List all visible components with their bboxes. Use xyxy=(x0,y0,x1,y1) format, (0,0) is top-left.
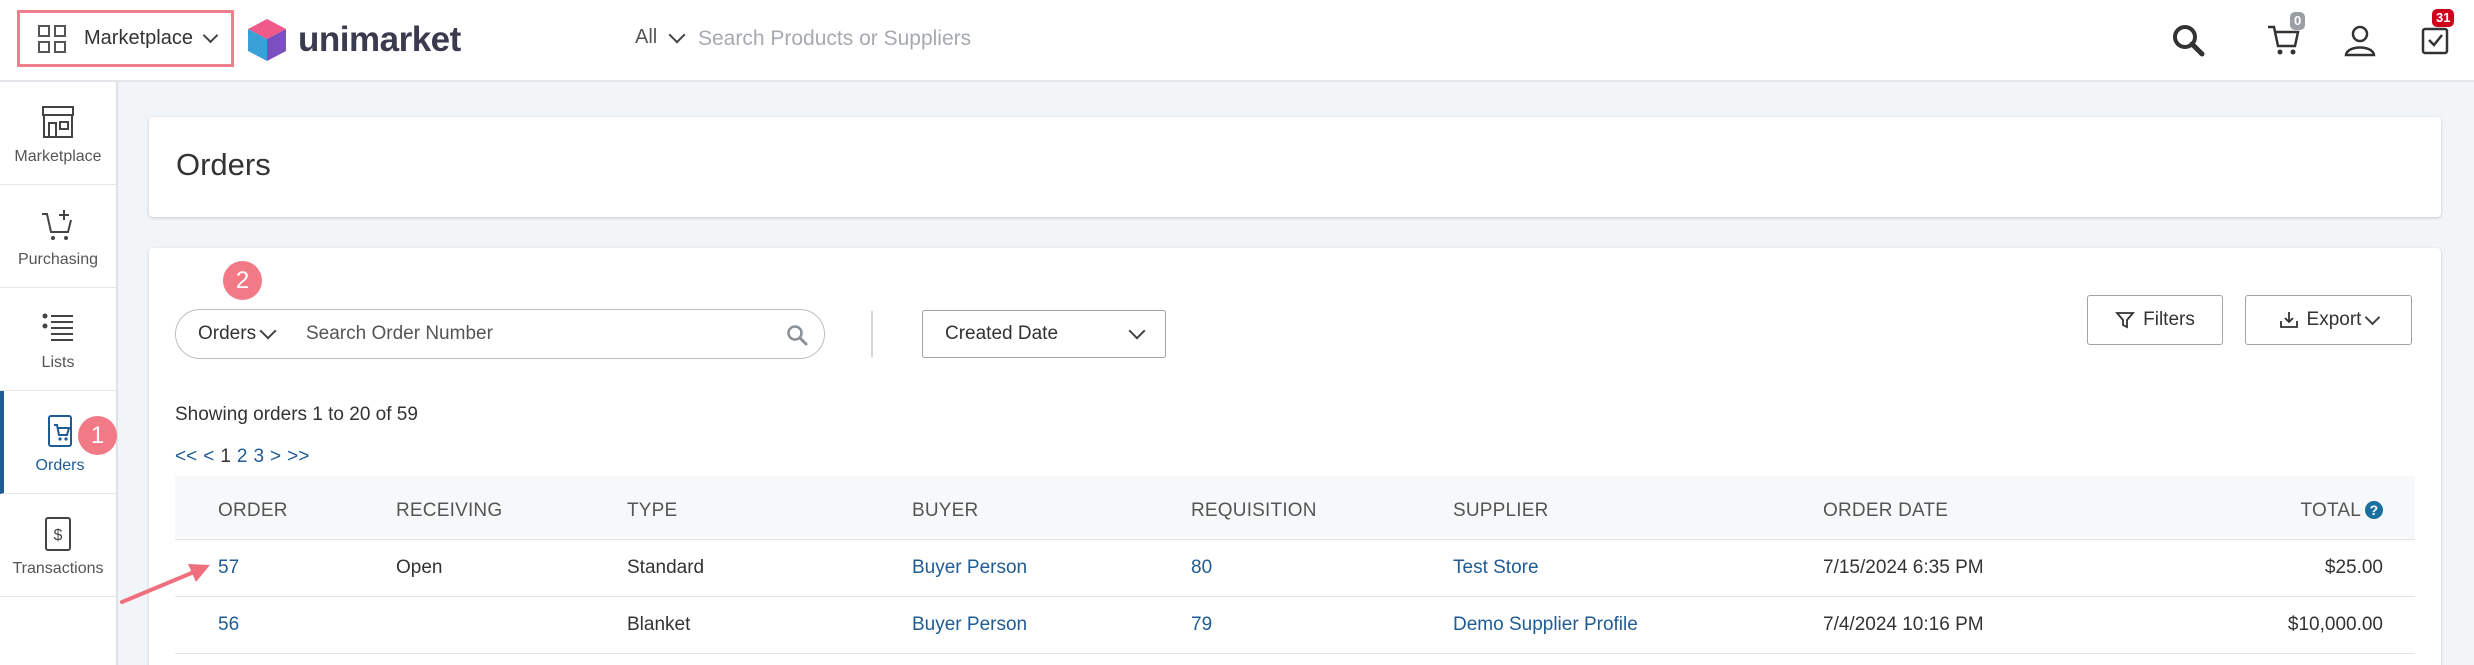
table-header: ORDER RECEIVING TYPE BUYER REQUISITION S… xyxy=(175,476,2415,540)
product-search-input[interactable] xyxy=(698,20,1298,58)
logo-text: unimarket xyxy=(298,20,461,59)
list-icon xyxy=(40,306,76,350)
order-date: 7/15/2024 6:35 PM xyxy=(1823,557,1984,578)
pager-prev[interactable]: < xyxy=(203,446,214,468)
column-header-total[interactable]: TOTAL? xyxy=(2301,500,2383,522)
requisition-link[interactable]: 80 xyxy=(1191,557,1212,579)
sidebar-item-orders[interactable]: Orders 1 xyxy=(0,391,117,494)
help-icon[interactable]: ? xyxy=(2365,501,2383,519)
table-row[interactable]: 56 Blanket Buyer Person 79 Demo Supplier… xyxy=(175,597,2415,654)
order-search-combo: Orders xyxy=(175,309,825,359)
date-type-select[interactable]: Created Date xyxy=(922,310,1166,358)
order-type: Standard xyxy=(627,557,705,578)
annotation-arrow-icon xyxy=(120,564,210,604)
search-type-label: Orders xyxy=(198,323,257,344)
search-type-select[interactable]: Orders xyxy=(176,322,296,345)
column-header-buyer[interactable]: BUYER xyxy=(912,500,978,522)
chevron-down-icon xyxy=(202,27,219,44)
chevron-down-icon xyxy=(668,26,686,43)
buyer-link[interactable]: Buyer Person xyxy=(912,614,1027,636)
column-header-type[interactable]: TYPE xyxy=(627,500,677,522)
sidebar-item-label: Orders xyxy=(35,457,85,474)
chevron-down-icon xyxy=(2365,309,2381,325)
svg-text:$: $ xyxy=(54,527,63,544)
logo-mark-icon xyxy=(248,19,286,61)
search-scope-select[interactable]: All xyxy=(635,26,686,49)
sidebar-item-label: Lists xyxy=(41,354,75,371)
export-label: Export xyxy=(2306,309,2362,330)
user-icon[interactable] xyxy=(2338,18,2382,62)
export-button[interactable]: Export xyxy=(2245,295,2412,345)
sidebar-item-transactions[interactable]: $ Transactions xyxy=(0,494,116,597)
order-date: 7/4/2024 10:16 PM xyxy=(1823,614,1984,635)
search-scope-label: All xyxy=(635,26,658,48)
sidebar: Marketplace Purchasing Lists Orders 1 $ … xyxy=(0,82,118,665)
column-header-total-label: TOTAL xyxy=(2300,500,2361,521)
buyer-link[interactable]: Buyer Person xyxy=(912,557,1027,579)
pager-last[interactable]: >> xyxy=(287,446,309,468)
chevron-down-icon xyxy=(1128,322,1146,340)
cart-icon[interactable]: 0 xyxy=(2262,12,2306,62)
search-icon[interactable] xyxy=(786,324,808,351)
date-type-label: Created Date xyxy=(945,323,1059,344)
funnel-icon xyxy=(2115,312,2136,329)
filter-divider xyxy=(871,311,873,357)
filters-button[interactable]: Filters xyxy=(2087,295,2223,345)
supplier-link[interactable]: Test Store xyxy=(1453,557,1539,579)
order-number-link[interactable]: 56 xyxy=(218,614,239,636)
receipt-dollar-icon: $ xyxy=(41,512,75,556)
column-header-requisition[interactable]: REQUISITION xyxy=(1191,500,1317,522)
marketplace-switcher-button[interactable]: Marketplace xyxy=(17,10,234,67)
chevron-down-icon xyxy=(259,322,277,340)
results-summary: Showing orders 1 to 20 of 59 xyxy=(175,404,418,425)
pager-next[interactable]: > xyxy=(270,446,281,468)
requisition-link[interactable]: 79 xyxy=(1191,614,1212,636)
marketplace-switcher-label: Marketplace xyxy=(84,27,193,49)
tasks-count-badge: 31 xyxy=(2432,9,2455,27)
page-title-card: Orders xyxy=(149,117,2441,217)
pager-page-3[interactable]: 3 xyxy=(253,446,264,468)
sidebar-item-label: Transactions xyxy=(12,560,104,577)
order-total: $10,000.00 xyxy=(2287,614,2383,635)
pager-first[interactable]: << xyxy=(175,446,197,468)
order-number-link[interactable]: 57 xyxy=(218,557,239,579)
cart-count-badge: 0 xyxy=(2290,12,2306,30)
column-header-order-date[interactable]: ORDER DATE xyxy=(1823,500,1948,522)
tasks-icon[interactable]: 31 xyxy=(2414,9,2458,62)
orders-card: 2 Orders Created Date Filters Export Sho… xyxy=(149,248,2441,665)
order-type: Blanket xyxy=(627,614,691,635)
pager-page-1[interactable]: 1 xyxy=(220,446,231,468)
sidebar-item-lists[interactable]: Lists xyxy=(0,288,116,391)
page-title: Orders xyxy=(176,147,271,182)
order-number-search-input[interactable] xyxy=(306,314,766,354)
step-1-annotation: 1 xyxy=(78,416,117,455)
grid-icon xyxy=(38,24,66,53)
filters-label: Filters xyxy=(2143,309,2195,330)
sidebar-item-purchasing[interactable]: Purchasing xyxy=(0,185,116,288)
pager-page-2[interactable]: 2 xyxy=(237,446,248,468)
order-total: $25.00 xyxy=(2324,557,2383,578)
sidebar-item-marketplace[interactable]: Marketplace xyxy=(0,82,116,185)
supplier-link[interactable]: Demo Supplier Profile xyxy=(1453,614,1638,636)
column-header-supplier[interactable]: SUPPLIER xyxy=(1453,500,1549,522)
order-cart-icon xyxy=(43,409,77,453)
pagination: << < 1 2 3 > >> xyxy=(175,446,309,468)
column-header-receiving[interactable]: RECEIVING xyxy=(396,500,502,522)
sidebar-item-label: Purchasing xyxy=(17,251,99,268)
table-row[interactable]: 57 Open Standard Buyer Person 80 Test St… xyxy=(175,540,2415,597)
storefront-icon xyxy=(40,100,76,144)
top-header: Marketplace unimarket All 0 31 xyxy=(0,0,2474,82)
column-header-order[interactable]: ORDER xyxy=(218,500,288,522)
export-tray-icon xyxy=(2279,312,2298,328)
cart-plus-icon xyxy=(40,203,76,247)
receiving-status: Open xyxy=(396,557,443,578)
unimarket-logo[interactable]: unimarket xyxy=(246,17,461,63)
sidebar-item-label: Marketplace xyxy=(14,148,102,165)
step-2-annotation: 2 xyxy=(223,261,262,300)
search-icon[interactable] xyxy=(2166,18,2210,62)
